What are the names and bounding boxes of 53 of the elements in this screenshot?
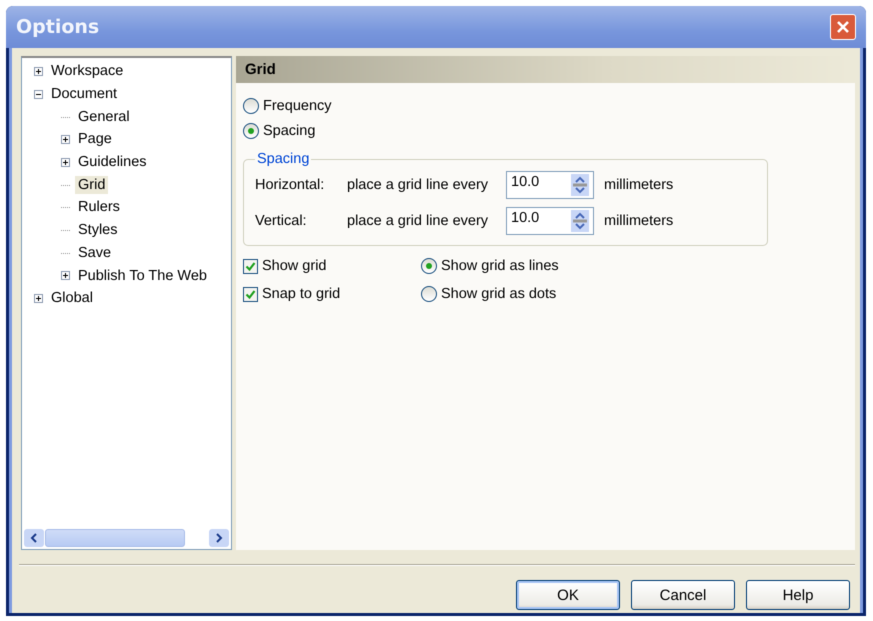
close-button[interactable] xyxy=(830,14,856,40)
number-field[interactable]: 10.0 xyxy=(506,171,594,199)
radio-label: Show grid as lines xyxy=(441,258,559,274)
radio-button[interactable] xyxy=(421,286,437,302)
radio-button[interactable] xyxy=(243,122,259,138)
expand-icon[interactable] xyxy=(61,271,70,280)
checkbox-label: Show grid xyxy=(262,258,326,274)
dialog-button[interactable]: Cancel xyxy=(631,580,735,610)
dialog-button[interactable]: OK xyxy=(516,580,620,610)
expand-icon[interactable] xyxy=(61,134,70,144)
field-description: place a grid line every xyxy=(347,177,490,193)
spinner-icon[interactable] xyxy=(571,174,589,196)
tree-item[interactable]: Document xyxy=(48,85,120,104)
close-icon xyxy=(836,20,850,34)
tree-item[interactable]: Publish To The Web xyxy=(75,266,210,285)
scroll-left-button[interactable] xyxy=(24,528,44,546)
expand-icon[interactable] xyxy=(34,294,43,303)
unit-label: millimeters xyxy=(604,213,674,229)
horizontal-scrollbar[interactable] xyxy=(24,528,229,547)
expand-icon[interactable] xyxy=(34,66,43,76)
scroll-thumb[interactable] xyxy=(45,528,185,546)
tree-item[interactable]: Page xyxy=(75,130,115,148)
chevron-left-icon xyxy=(30,532,38,542)
dialog-button[interactable]: Help xyxy=(746,580,850,610)
tree-item[interactable]: Save xyxy=(75,244,114,262)
tree-item[interactable]: Global xyxy=(48,289,96,308)
tree-item[interactable]: Workspace xyxy=(48,62,126,80)
radio-button[interactable] xyxy=(421,258,437,274)
expand-icon[interactable] xyxy=(61,158,70,167)
tree-item[interactable]: Grid xyxy=(75,176,108,194)
group-title: Spacing xyxy=(256,151,310,167)
scroll-right-button[interactable] xyxy=(209,528,229,546)
panel-title: Grid xyxy=(245,61,276,78)
number-field[interactable]: 10.0 xyxy=(506,207,594,235)
chevron-right-icon xyxy=(215,532,223,542)
tree-item[interactable]: General xyxy=(75,108,133,126)
collapse-icon[interactable] xyxy=(34,90,43,99)
radio-button[interactable] xyxy=(243,98,259,114)
tree-item[interactable]: Styles xyxy=(75,221,120,240)
checkbox[interactable] xyxy=(243,258,258,274)
tree-item[interactable]: Rulers xyxy=(75,198,123,216)
radio-label: Frequency xyxy=(263,98,332,114)
field-description: place a grid line every xyxy=(347,213,490,229)
tree-item[interactable]: Guidelines xyxy=(75,153,150,172)
checkbox-label: Snap to grid xyxy=(262,286,340,302)
radio-label: Show grid as dots xyxy=(441,286,556,302)
field-label: Horizontal: xyxy=(255,177,326,193)
checkbox[interactable] xyxy=(243,286,258,302)
radio-label: Spacing xyxy=(263,122,316,138)
field-label: Vertical: xyxy=(255,213,308,229)
unit-label: millimeters xyxy=(604,177,674,193)
spinner-icon[interactable] xyxy=(571,210,589,232)
window-title: Options xyxy=(16,16,100,38)
